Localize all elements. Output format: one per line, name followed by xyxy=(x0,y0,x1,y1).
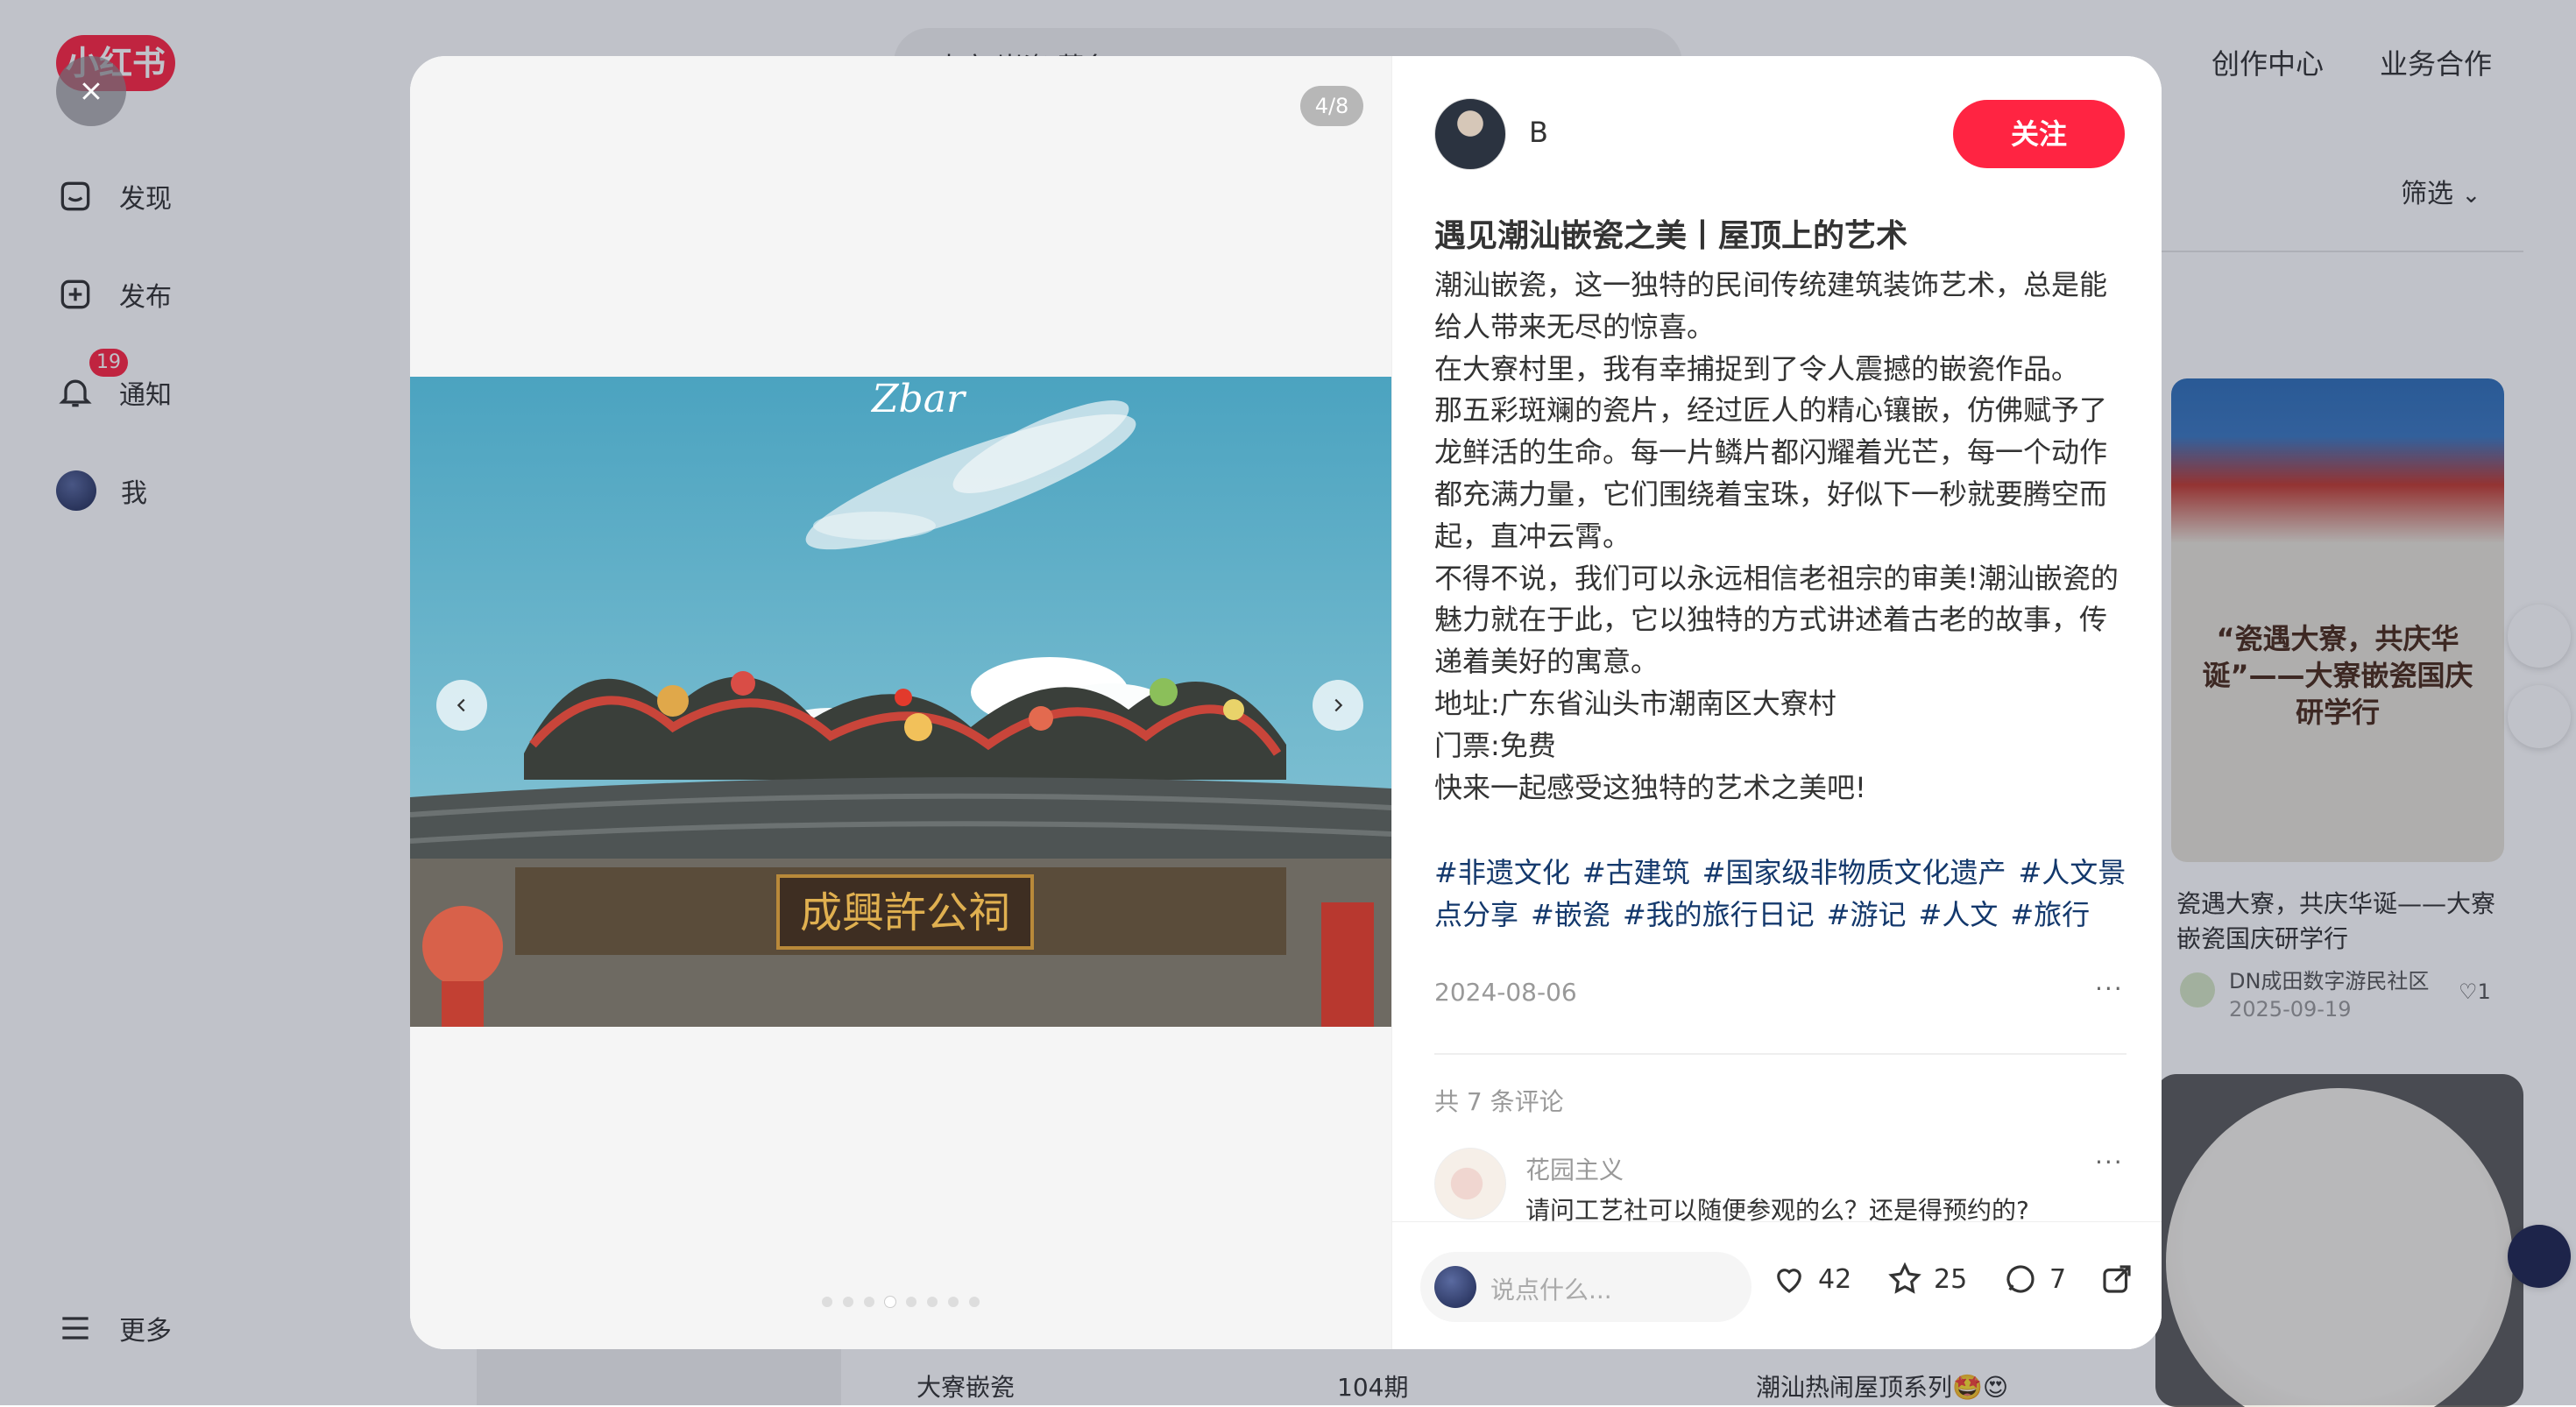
prev-image-button[interactable] xyxy=(436,680,487,731)
author-avatar[interactable] xyxy=(1434,98,1506,170)
plaque-text: 成興許公祠 xyxy=(800,888,1010,937)
close-icon xyxy=(82,82,100,100)
note-body-line: 那五彩斑斓的瓷片，经过匠人的精心镶嵌，仿佛赋予了 xyxy=(1434,393,2108,428)
note-photo[interactable]: 成興許公祠 Zbar xyxy=(410,377,1391,1027)
note-body-line: 都充满力量，它们围绕着宝珠，好似下一秒就要腾空而 xyxy=(1434,477,2108,511)
note-body-line: 门票:免费 xyxy=(1434,728,1556,762)
heart-icon xyxy=(1777,1269,1801,1293)
share-button[interactable] xyxy=(2098,1261,2135,1297)
share-icon xyxy=(2103,1265,2131,1293)
note-detail-modal: 4/8 成興許公祠 Zbar B 关注 遇见潮汕嵌瓷之美丨屋顶上的艺术 潮汕嵌瓷… xyxy=(410,56,2162,1349)
comment-placeholder: 说点什么... xyxy=(1490,1276,1612,1304)
watermark: Zbar xyxy=(870,377,967,421)
like-button[interactable]: 42 xyxy=(1771,1261,1851,1297)
note-body: 潮汕嵌瓷，这一独特的民间传统建筑装饰艺术，总是能 给人带来无尽的惊喜。 在大寮村… xyxy=(1434,265,2127,809)
hashtag-link[interactable]: #人文 xyxy=(1919,898,1999,931)
avatar xyxy=(1434,1266,1476,1308)
comment-more-icon[interactable]: ··· xyxy=(2095,1148,2124,1177)
close-button[interactable] xyxy=(56,56,126,126)
temple-roof-photo: 成興許公祠 Zbar xyxy=(410,377,1391,1027)
pagination-dot[interactable] xyxy=(885,1297,895,1307)
chevron-left-icon xyxy=(456,698,465,712)
note-body-line: 递着美好的寓意。 xyxy=(1434,645,1660,679)
star-icon xyxy=(1888,1262,1921,1294)
hashtag-link[interactable]: #游记 xyxy=(1827,898,1907,931)
follow-button[interactable]: 关注 xyxy=(1953,100,2125,168)
image-counter: 4/8 xyxy=(1300,86,1363,126)
note-body-line: 地址:广东省汕头市潮南区大寮村 xyxy=(1434,686,1836,720)
hashtag-link[interactable]: #非遗文化 xyxy=(1434,856,1570,889)
collect-button[interactable]: 25 xyxy=(1886,1261,1967,1297)
note-body-line: 潮汕嵌瓷，这一独特的民间传统建筑装饰艺术，总是能 xyxy=(1434,268,2108,301)
comment-button[interactable]: 7 xyxy=(2002,1261,2066,1297)
note-date: 2024-08-06 xyxy=(1434,978,1577,1007)
collect-count: 25 xyxy=(1934,1263,1968,1295)
divider xyxy=(1434,1053,2127,1055)
more-options-icon[interactable]: ··· xyxy=(2095,974,2124,1003)
hashtag-link[interactable]: #旅行 xyxy=(2010,898,2090,931)
like-count: 42 xyxy=(1818,1263,1852,1295)
pagination-dot[interactable] xyxy=(843,1297,853,1307)
image-pagination xyxy=(822,1297,980,1307)
hashtag-link[interactable]: #我的旅行日记 xyxy=(1623,898,1815,931)
comment-icon xyxy=(2006,1265,2035,1293)
pagination-dot[interactable] xyxy=(864,1297,874,1307)
pagination-dot[interactable] xyxy=(927,1297,938,1307)
note-info-panel: B 关注 遇见潮汕嵌瓷之美丨屋顶上的艺术 潮汕嵌瓷，这一独特的民间传统建筑装饰艺… xyxy=(1391,56,2162,1349)
author-name[interactable]: B xyxy=(1529,116,1548,149)
hashtag-link[interactable]: #国家级非物质文化遗产 xyxy=(1702,856,2006,889)
comment-count: 共 7 条评论 xyxy=(1434,1087,1564,1116)
pagination-dot[interactable] xyxy=(822,1297,832,1307)
hashtag-link[interactable]: #古建筑 xyxy=(1582,856,1690,889)
note-body-line: 不得不说，我们可以永远相信老祖宗的审美!潮汕嵌瓷的 xyxy=(1434,561,2119,595)
comment-input[interactable]: 说点什么... xyxy=(1420,1252,1752,1322)
note-media: 4/8 成興許公祠 Zbar xyxy=(410,56,1391,1349)
note-body-line: 快来一起感受这独特的艺术之美吧! xyxy=(1434,770,1866,804)
pagination-dot[interactable] xyxy=(948,1297,959,1307)
note-title: 遇见潮汕嵌瓷之美丨屋顶上的艺术 xyxy=(1434,218,1908,254)
next-image-button[interactable] xyxy=(1313,680,1363,731)
note-body-line: 起，直冲云霄。 xyxy=(1434,519,1631,553)
hashtag-link[interactable]: #嵌瓷 xyxy=(1531,898,1610,931)
pagination-dot[interactable] xyxy=(906,1297,916,1307)
note-body-line: 龙鲜活的生命。每一片鳞片都闪耀着光芒，每一个动作 xyxy=(1434,435,2108,470)
note-body-line: 在大寮村里，我有幸捕捉到了令人震撼的嵌瓷作品。 xyxy=(1434,351,2080,385)
note-body-line: 给人带来无尽的惊喜。 xyxy=(1434,309,1716,343)
note-tags: #非遗文化 #古建筑 #国家级非物质文化遗产 #人文景点分享 #嵌瓷 #我的旅行日记 #游记… xyxy=(1434,852,2127,936)
note-body-line: 魅力就在于此，它以独特的方式讲述着古老的故事，传 xyxy=(1434,603,2108,637)
commenter-avatar[interactable] xyxy=(1434,1148,1506,1220)
engagement-bar: 说点什么... 42 25 7 xyxy=(1392,1221,2162,1349)
comment-count-badge: 7 xyxy=(2049,1263,2067,1295)
commenter-name[interactable]: 花园主义 xyxy=(1525,1151,1624,1186)
pagination-dot[interactable] xyxy=(969,1297,980,1307)
chevron-right-icon xyxy=(1334,698,1343,712)
